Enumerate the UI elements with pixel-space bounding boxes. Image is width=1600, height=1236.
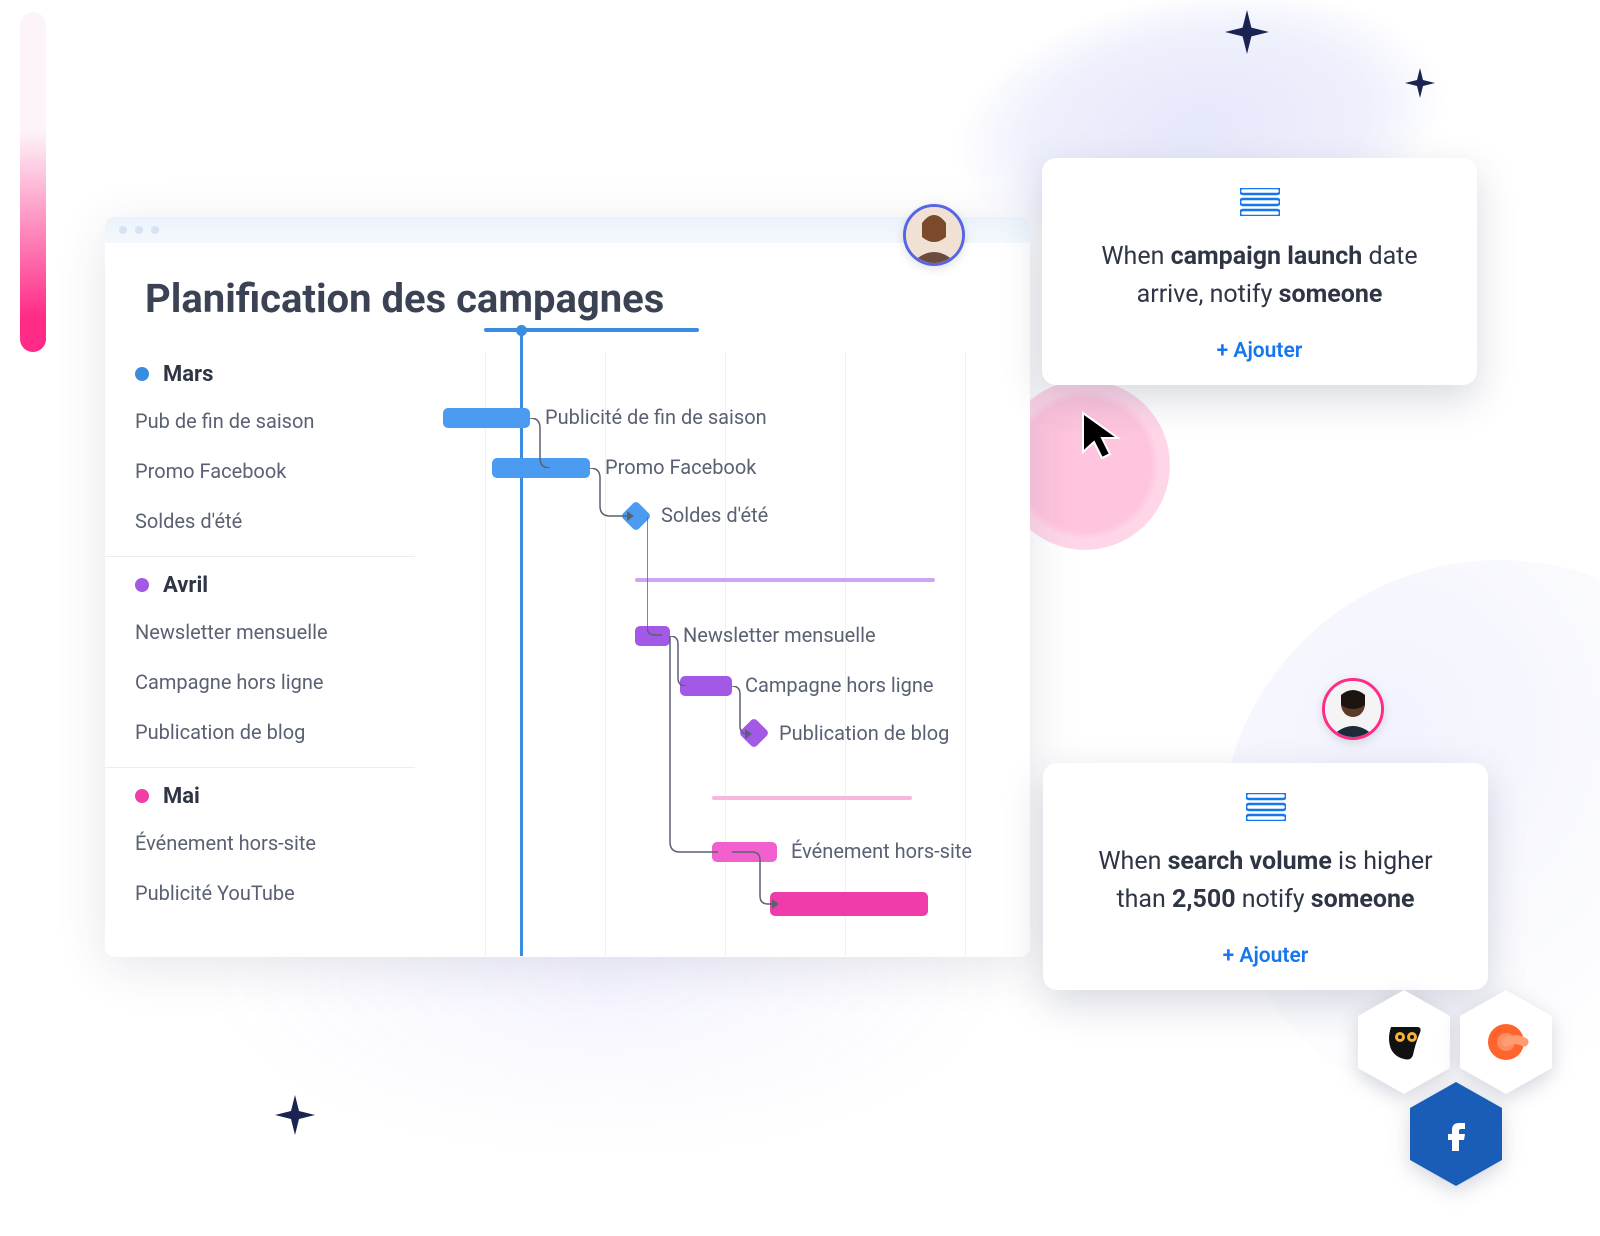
bar-label: Événement hors-site bbox=[791, 839, 972, 863]
sidebar-task[interactable]: Événement hors-site bbox=[135, 818, 405, 868]
task-label: Événement hors-site bbox=[135, 831, 316, 855]
gantt-bar[interactable] bbox=[770, 892, 928, 916]
gantt-window: Planification des campagnes Mars Pub de … bbox=[105, 217, 1030, 957]
task-label: Promo Facebook bbox=[135, 459, 286, 483]
divider bbox=[105, 767, 415, 768]
traffic-light-dot bbox=[119, 226, 127, 234]
task-label: Publication de blog bbox=[135, 720, 305, 744]
sidebar-task[interactable]: Soldes d'été bbox=[135, 496, 405, 546]
grid-line bbox=[605, 352, 606, 956]
list-icon bbox=[1078, 188, 1441, 216]
avatar[interactable] bbox=[1322, 678, 1384, 740]
add-automation-button[interactable]: + Ajouter bbox=[1223, 944, 1309, 968]
task-label: Soldes d'été bbox=[135, 509, 242, 533]
task-label: Pub de fin de saison bbox=[135, 409, 314, 433]
automation-rule-text: When campaign launch date arrive, notify… bbox=[1078, 238, 1441, 313]
automation-rule-text: When search volume is higher than 2,500 … bbox=[1079, 843, 1452, 918]
bar-label: Publication de blog bbox=[779, 721, 949, 745]
dependency-line bbox=[647, 517, 667, 637]
arrow-icon bbox=[772, 899, 779, 909]
task-label: Publicité YouTube bbox=[135, 881, 295, 905]
list-icon bbox=[1079, 793, 1452, 821]
group-span bbox=[635, 578, 935, 582]
dependency-line bbox=[530, 418, 555, 468]
bar-label: Publicité de fin de saison bbox=[545, 405, 767, 429]
task-label: Campagne hors ligne bbox=[135, 670, 323, 694]
month-header-mai[interactable]: Mai bbox=[135, 774, 405, 818]
page-title: Planification des campagnes bbox=[105, 243, 1030, 352]
sparkle-icon bbox=[1225, 10, 1269, 54]
automation-card[interactable]: When search volume is higher than 2,500 … bbox=[1043, 763, 1488, 990]
sparkle-icon bbox=[1405, 68, 1435, 98]
month-header-avril[interactable]: Avril bbox=[135, 563, 405, 607]
sidebar-task[interactable]: Newsletter mensuelle bbox=[135, 607, 405, 657]
sidebar-task[interactable]: Campagne hors ligne bbox=[135, 657, 405, 707]
grid-line bbox=[845, 352, 846, 956]
month-dot-icon bbox=[135, 367, 149, 381]
dependency-line bbox=[668, 636, 724, 854]
add-automation-button[interactable]: + Ajouter bbox=[1217, 339, 1303, 363]
divider bbox=[105, 556, 415, 557]
traffic-light-dot bbox=[151, 226, 159, 234]
gantt-chart[interactable]: Publicité de fin de saison Promo Faceboo… bbox=[425, 352, 1030, 956]
sparkle-icon bbox=[275, 1095, 315, 1135]
sidebar-task[interactable]: Publicité YouTube bbox=[135, 868, 405, 918]
bar-label: Campagne hors ligne bbox=[745, 673, 933, 697]
group-span bbox=[712, 796, 912, 800]
month-label: Avril bbox=[163, 573, 208, 598]
dependency-line bbox=[732, 849, 782, 905]
automation-card[interactable]: When campaign launch date arrive, notify… bbox=[1042, 158, 1477, 385]
task-label: Newsletter mensuelle bbox=[135, 620, 328, 644]
month-label: Mai bbox=[163, 784, 200, 809]
pink-gradient-bar bbox=[20, 12, 46, 352]
cursor-icon bbox=[1080, 410, 1126, 468]
window-titlebar bbox=[105, 217, 1030, 243]
month-dot-icon bbox=[135, 578, 149, 592]
month-header-mars[interactable]: Mars bbox=[135, 352, 405, 396]
arrow-icon bbox=[745, 729, 752, 739]
sidebar-task[interactable]: Publication de blog bbox=[135, 707, 405, 757]
grid-line bbox=[965, 352, 966, 956]
grid-line bbox=[725, 352, 726, 956]
sidebar-task[interactable]: Promo Facebook bbox=[135, 446, 405, 496]
avatar[interactable] bbox=[903, 204, 965, 266]
gantt-body: Mars Pub de fin de saison Promo Facebook… bbox=[105, 352, 1030, 956]
integration-hootsuite-icon[interactable] bbox=[1358, 990, 1450, 1094]
grid-line bbox=[485, 352, 486, 956]
gantt-bar[interactable] bbox=[443, 408, 530, 428]
arrow-icon bbox=[627, 511, 634, 521]
sidebar-task[interactable]: Pub de fin de saison bbox=[135, 396, 405, 446]
dependency-line bbox=[732, 686, 752, 734]
bar-label: Soldes d'été bbox=[661, 503, 768, 527]
month-dot-icon bbox=[135, 789, 149, 803]
gantt-sidebar: Mars Pub de fin de saison Promo Facebook… bbox=[105, 352, 405, 956]
traffic-light-dot bbox=[135, 226, 143, 234]
month-label: Mars bbox=[163, 362, 213, 387]
integration-semrush-icon[interactable] bbox=[1460, 990, 1552, 1094]
integration-facebook-icon[interactable] bbox=[1410, 1082, 1502, 1186]
